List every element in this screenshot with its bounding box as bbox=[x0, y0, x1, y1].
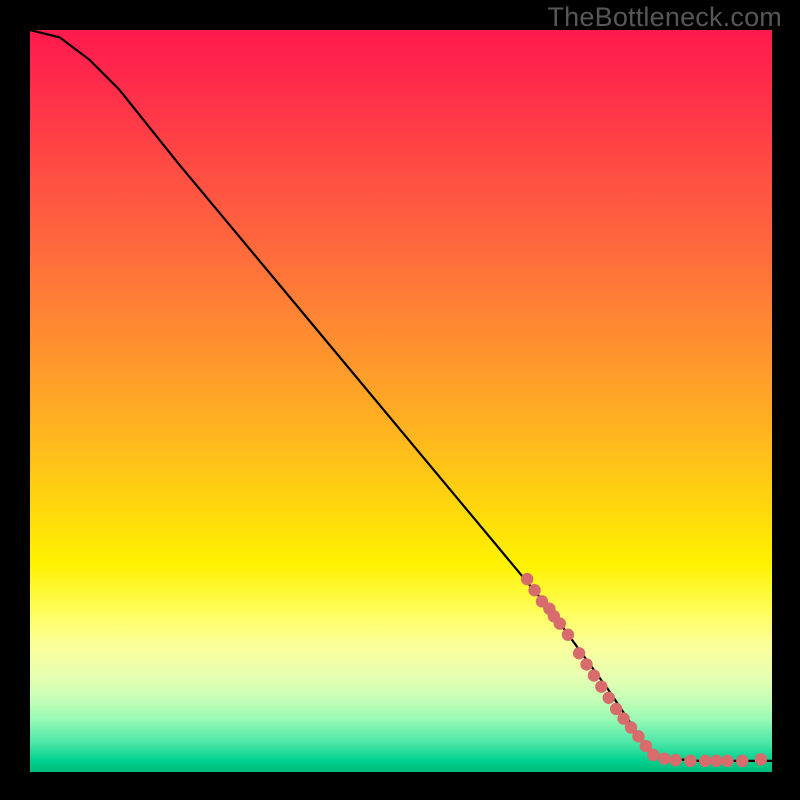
highlight-point bbox=[562, 629, 574, 641]
highlight-point bbox=[669, 754, 681, 766]
highlight-point bbox=[658, 752, 670, 764]
highlight-point bbox=[521, 573, 533, 585]
bottleneck-curve bbox=[30, 30, 772, 761]
highlight-point bbox=[580, 658, 592, 670]
curve-layer bbox=[30, 30, 772, 761]
highlight-point bbox=[528, 584, 540, 596]
highlight-point bbox=[603, 692, 615, 704]
watermark-text: TheBottleneck.com bbox=[547, 2, 782, 33]
highlight-point bbox=[588, 669, 600, 681]
chart-frame: TheBottleneck.com bbox=[0, 0, 800, 800]
highlight-point bbox=[736, 755, 748, 767]
highlight-points-layer bbox=[521, 573, 767, 767]
highlight-point bbox=[699, 755, 711, 767]
highlight-point bbox=[684, 755, 696, 767]
highlight-point bbox=[647, 749, 659, 761]
highlight-point bbox=[573, 647, 585, 659]
highlight-point bbox=[710, 755, 722, 767]
highlight-point bbox=[595, 680, 607, 692]
plot-area bbox=[30, 30, 772, 772]
highlight-point bbox=[554, 617, 566, 629]
highlight-point bbox=[755, 753, 767, 765]
highlight-point bbox=[721, 755, 733, 767]
chart-svg bbox=[30, 30, 772, 772]
